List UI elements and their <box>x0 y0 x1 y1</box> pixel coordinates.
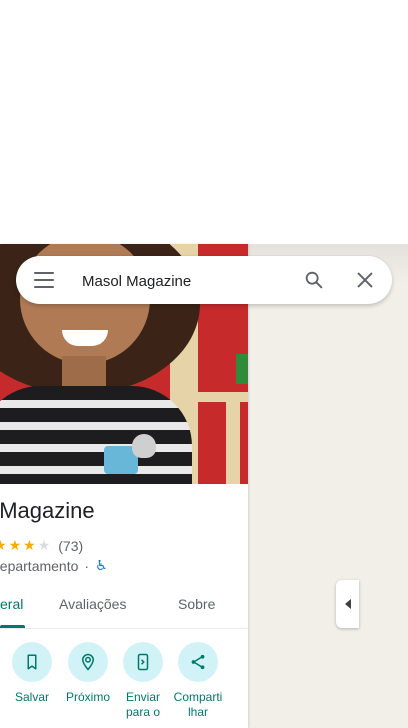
share-icon <box>191 654 205 670</box>
nearby-button[interactable]: Próximo <box>60 642 116 705</box>
photo-detail <box>236 354 248 384</box>
nearby-button-circle <box>68 642 108 682</box>
place-tabs: eral Avaliações Sobre <box>0 584 248 629</box>
star-icon: ★ <box>23 537 36 553</box>
wheelchair-icon: ♿ <box>95 557 108 573</box>
bookmark-icon <box>27 654 37 670</box>
action-buttons: Salvar Próximo Enviar para o Comparti lh… <box>0 642 248 728</box>
photo-detail <box>186 392 248 402</box>
tab-about[interactable]: Sobre <box>178 596 215 612</box>
search-icon[interactable] <box>303 269 325 291</box>
hamburger-menu-icon[interactable] <box>34 272 54 288</box>
place-category[interactable]: departamento <box>0 558 78 574</box>
tab-overview[interactable]: eral <box>0 596 23 612</box>
search-input[interactable] <box>80 269 284 293</box>
place-title: ol Magazine <box>0 498 95 523</box>
send-to-phone-button[interactable]: Enviar para o <box>115 642 171 720</box>
photo-detail <box>0 386 192 484</box>
save-button[interactable]: Salvar <box>4 642 60 705</box>
save-button-circle <box>12 642 52 682</box>
photo-detail <box>226 394 240 484</box>
review-count[interactable]: (73) <box>58 538 83 554</box>
place-panel: ol Magazine ★ ★ ★ ★ (73) departamento · … <box>0 244 248 728</box>
active-tab-indicator <box>0 625 25 628</box>
star-icon: ★ <box>8 537 22 553</box>
share-label: Comparti lhar <box>173 690 223 719</box>
close-icon[interactable] <box>354 269 376 291</box>
save-label: Salvar <box>14 690 49 704</box>
category-row: departamento · ♿ <box>0 557 108 574</box>
search-bar[interactable] <box>16 256 392 304</box>
star-empty-icon: ★ <box>37 537 51 553</box>
star-icon: ★ <box>0 537 7 553</box>
share-button-circle <box>178 642 218 682</box>
send-to-phone-button-circle <box>123 642 163 682</box>
caret-left-icon <box>344 599 351 609</box>
rating-row[interactable]: ★ ★ ★ ★ (73) <box>0 537 83 554</box>
send-to-phone-label: Enviar para o <box>125 690 161 719</box>
category-separator: · <box>84 557 90 574</box>
tab-reviews[interactable]: Avaliações <box>59 596 126 612</box>
nearby-icon <box>81 653 95 671</box>
send-to-phone-icon <box>137 653 149 671</box>
nearby-label: Próximo <box>65 690 110 704</box>
photo-detail <box>132 434 156 458</box>
collapse-panel-button[interactable] <box>336 580 359 628</box>
share-button[interactable]: Comparti lhar <box>170 642 226 720</box>
